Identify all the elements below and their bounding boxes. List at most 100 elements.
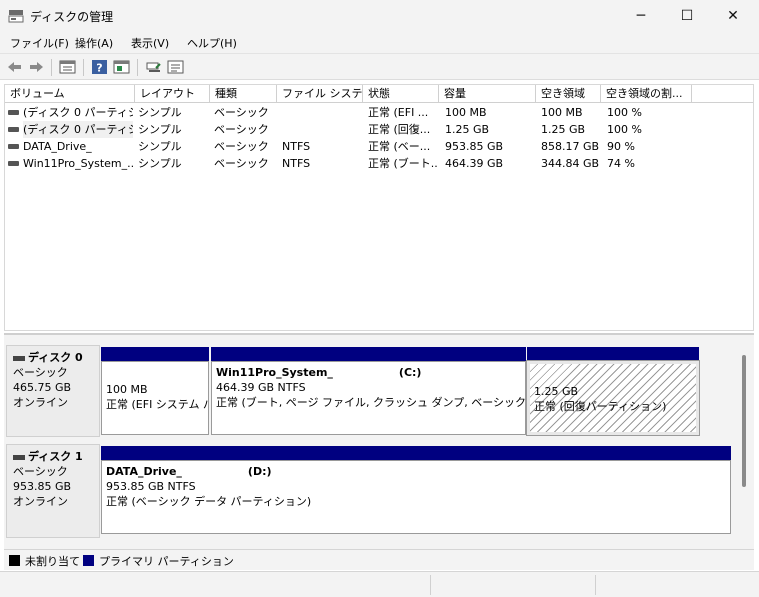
column-header-layout[interactable]: レイアウト [135,85,210,103]
volume-capacity: 100 MB [445,106,487,119]
maximize-button[interactable]: ☐ [664,0,710,32]
column-header-free-space[interactable]: 空き領域 [536,85,601,103]
partition-body: DATA_Drive_ (D:) 953.85 GB NTFS 正常 (ベーシック… [101,460,731,534]
partition-status: 正常 (EFI システム パ [106,398,209,411]
volume-status: 正常 (ブート... [368,157,438,170]
disk-0-label[interactable]: ディスク 0 ベーシック 465.75 GB オンライン [6,345,100,437]
partition-status: 正常 (回復パーティション) [534,400,667,413]
volume-layout: シンプル [138,140,182,153]
partition-size: 100 MB [106,383,148,396]
partition-bar [527,347,699,361]
legend-unallocated: 未割り当て [25,555,80,568]
volume-layout: シンプル [138,106,182,119]
unallocated-swatch [9,555,20,566]
column-header-percent-free[interactable]: 空き領域の割... [601,85,692,103]
volume-percent-free: 100 % [607,123,642,136]
partition-drive-letter: (D:) [247,465,272,478]
volume-icon [8,127,19,132]
partition-size: 953.85 GB NTFS [106,480,196,493]
partition-efi[interactable]: 100 MB 正常 (EFI システム パ [101,347,209,435]
volume-layout: シンプル [138,123,182,136]
back-arrow-icon[interactable] [6,59,23,75]
volume-list[interactable]: ボリューム レイアウト 種類 ファイル システム 状態 容量 空き領域 空き領域… [4,84,754,331]
close-button[interactable]: ✕ [710,0,756,32]
column-header-type[interactable]: 種類 [210,85,277,103]
toolbar-separator [51,59,52,76]
toolbar-separator [137,59,138,76]
volume-status: 正常 (回復... [368,123,431,136]
legend-primary: プライマリ パーティション [99,555,234,568]
properties-icon[interactable] [59,59,76,75]
volume-name: (ディスク 0 パーティシ... [23,106,133,119]
partition-bar [101,446,731,460]
partition-body: Win11Pro_System_ (C:) 464.39 GB NTFS 正常 (… [211,361,526,435]
partition-name: Win11Pro_System_ [216,366,333,379]
table-row[interactable]: (ディスク 0 パーティシ... シンプル ベーシック 正常 (EFI ... … [5,104,753,121]
menu-action[interactable]: 操作(A) [75,35,113,51]
partition-data-d[interactable]: DATA_Drive_ (D:) 953.85 GB NTFS 正常 (ベーシック… [101,446,731,534]
disk-icon [13,454,25,460]
column-header-status[interactable]: 状態 [363,85,439,103]
console-icon[interactable] [113,59,130,75]
partition-bar [211,347,526,361]
primary-partition-swatch [83,555,94,566]
disk-icon [13,355,25,361]
volume-free-space: 344.84 GB [541,157,600,170]
status-bar [0,571,759,597]
partition-name: DATA_Drive_ [106,465,182,478]
menu-file[interactable]: ファイル(F) [10,35,69,51]
disk-1-label[interactable]: ディスク 1 ベーシック 953.85 GB オンライン [6,444,100,538]
volume-type: ベーシック [214,157,269,170]
volume-free-space: 858.17 GB [541,140,600,153]
volume-percent-free: 90 % [607,140,635,153]
volume-capacity: 953.85 GB [445,140,504,153]
connect-icon[interactable] [145,59,162,75]
menu-view[interactable]: 表示(V) [131,35,169,51]
volume-type: ベーシック [214,123,269,136]
disk-1-size: 953.85 GB [13,480,72,493]
volume-free-space: 1.25 GB [541,123,586,136]
table-row[interactable]: Win11Pro_System_... シンプル ベーシック NTFS 正常 (… [5,155,753,172]
volume-free-space: 100 MB [541,106,583,119]
disk-0-status: オンライン [13,396,68,409]
table-row[interactable]: (ディスク 0 パーティシ... シンプル ベーシック 正常 (回復... 1.… [5,121,753,138]
partition-size: 464.39 GB NTFS [216,381,306,394]
volume-icon [8,144,19,149]
vertical-scrollbar[interactable] [742,355,746,487]
volume-percent-free: 74 % [607,157,635,170]
partition-body: 100 MB 正常 (EFI システム パ [101,361,209,435]
svg-text:?: ? [96,62,102,75]
volume-icon [8,110,19,115]
toolbar: ? [0,53,759,80]
minimize-button[interactable]: ─ [618,0,664,32]
column-header-volume[interactable]: ボリューム [5,85,135,103]
disk-0-type: ベーシック [13,366,68,379]
column-header-capacity[interactable]: 容量 [439,85,536,103]
disk-0-size: 465.75 GB [13,381,72,394]
partition-status: 正常 (ブート, ページ ファイル, クラッシュ ダンプ, ベーシック データ … [216,396,526,409]
partition-recovery[interactable]: 1.25 GB 正常 (回復パーティション) [526,347,700,436]
toolbar-separator [83,59,84,76]
partition-status: 正常 (ベーシック データ パーティション) [106,495,312,508]
menu-bar: ファイル(F) 操作(A) 表示(V) ヘルプ(H) [0,32,759,53]
title-bar: ディスクの管理 ─ ☐ ✕ [0,0,759,32]
window-title: ディスクの管理 [30,10,114,24]
volume-filesystem: NTFS [282,140,311,153]
volume-capacity: 1.25 GB [445,123,490,136]
table-row[interactable]: DATA_Drive_ シンプル ベーシック NTFS 正常 (ベー... 95… [5,138,753,155]
partition-body: 1.25 GB 正常 (回復パーティション) [526,360,700,436]
disk-1-status: オンライン [13,495,68,508]
status-divider [595,575,596,595]
help-icon[interactable]: ? [91,59,108,75]
disk-graphical-view: ディスク 0 ベーシック 465.75 GB オンライン 100 MB 正常 (… [4,333,754,549]
view-icon[interactable] [167,59,184,75]
disk-1-name: ディスク 1 [28,450,83,463]
volume-filesystem: NTFS [282,157,311,170]
column-header-filesystem[interactable]: ファイル システム [277,85,363,103]
volume-status: 正常 (EFI ... [368,106,429,119]
partition-system-c[interactable]: Win11Pro_System_ (C:) 464.39 GB NTFS 正常 (… [211,347,526,435]
forward-arrow-icon[interactable] [28,59,45,75]
volume-type: ベーシック [214,106,269,119]
volume-percent-free: 100 % [607,106,642,119]
menu-help[interactable]: ヘルプ(H) [187,35,237,51]
